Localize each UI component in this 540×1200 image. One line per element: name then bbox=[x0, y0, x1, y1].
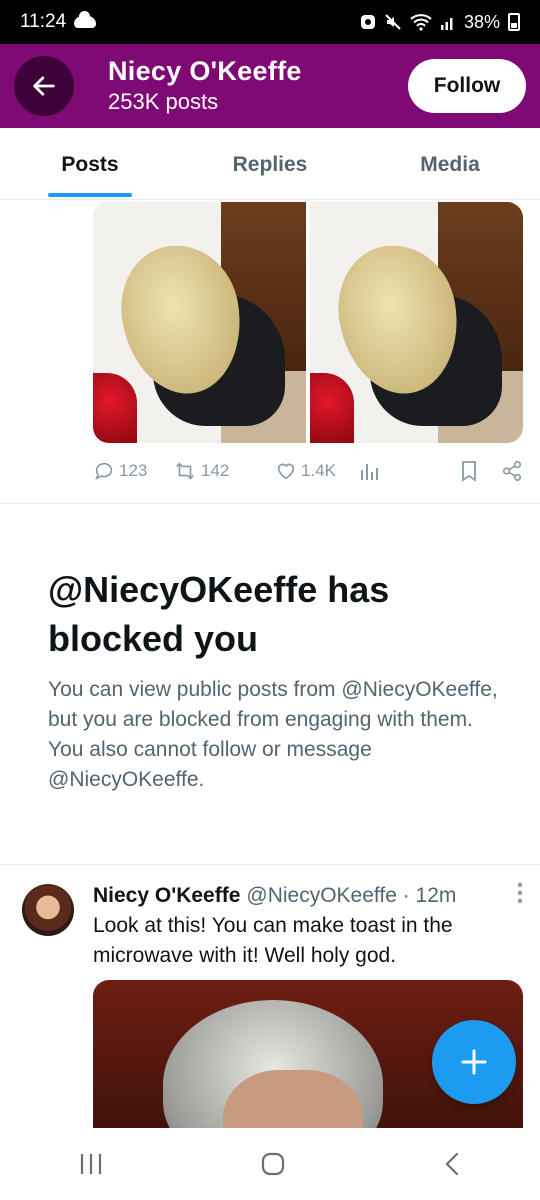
post-media-grid bbox=[93, 202, 523, 443]
status-icons: 38% bbox=[360, 12, 520, 33]
post-photo-2[interactable] bbox=[310, 202, 523, 443]
profile-name: Niecy O'Keeffe bbox=[108, 56, 302, 86]
home-icon[interactable] bbox=[260, 1151, 286, 1177]
photo-red-object bbox=[310, 373, 354, 443]
compose-button[interactable] bbox=[432, 1020, 516, 1104]
blocked-notice: @NiecyOKeeffe has blocked you You can vi… bbox=[48, 565, 498, 795]
blocked-message: You can view public posts from @NiecyOKe… bbox=[48, 678, 498, 791]
status-bar: 11:24 38% bbox=[0, 0, 540, 44]
active-tab-indicator bbox=[48, 193, 132, 197]
reply-count: 123 bbox=[119, 461, 148, 480]
tab-media-label: Media bbox=[420, 153, 480, 176]
tab-posts[interactable]: Posts bbox=[0, 128, 180, 199]
views-icon bbox=[361, 464, 378, 480]
profile-header: Niecy O'Keeffe 253K posts Follow bbox=[0, 44, 540, 128]
heart-icon bbox=[277, 463, 295, 480]
post-header: Niecy O'Keeffe @NiecyOKeeffe · 12m bbox=[93, 882, 523, 910]
status-time-group: 11:24 bbox=[20, 11, 97, 33]
bookmark-icon[interactable] bbox=[459, 460, 479, 482]
system-back-icon[interactable] bbox=[442, 1151, 462, 1177]
post-text: Look at this! You can make toast in the … bbox=[93, 914, 453, 967]
tab-replies-label: Replies bbox=[232, 153, 308, 176]
divider bbox=[0, 864, 540, 865]
reply-button[interactable]: 123 bbox=[93, 460, 153, 482]
post-count: 253K posts bbox=[108, 89, 219, 114]
repost-button[interactable]: 142 bbox=[173, 460, 253, 482]
post-photo-1[interactable] bbox=[93, 202, 306, 443]
system-nav-bar bbox=[0, 1128, 540, 1200]
post-author-name[interactable]: Niecy O'Keeffe bbox=[93, 884, 240, 908]
photo-red-object bbox=[93, 373, 137, 443]
recent-apps-icon[interactable] bbox=[78, 1152, 104, 1176]
post-action-bar: 123 142 1.4K bbox=[93, 456, 523, 486]
post-secondary-actions bbox=[459, 460, 523, 482]
signal-icon bbox=[440, 18, 453, 30]
like-count: 1.4K bbox=[301, 461, 336, 480]
tab-media[interactable]: Media bbox=[360, 128, 540, 199]
status-time: 11:24 bbox=[20, 11, 67, 32]
post-author-meta: @NiecyOKeeffe · 12m bbox=[246, 884, 457, 907]
cloud-icon bbox=[74, 11, 97, 28]
profile-tabs: Posts Replies Media bbox=[0, 128, 540, 200]
like-button[interactable]: 1.4K bbox=[275, 460, 355, 482]
tab-replies[interactable]: Replies bbox=[180, 128, 360, 199]
views-button[interactable] bbox=[359, 460, 379, 482]
repost-count: 142 bbox=[201, 461, 230, 480]
plus-icon bbox=[461, 1049, 487, 1075]
share-icon[interactable] bbox=[501, 460, 523, 482]
tab-posts-label: Posts bbox=[61, 153, 119, 176]
avatar[interactable] bbox=[22, 884, 74, 936]
follow-button[interactable]: Follow bbox=[408, 59, 526, 113]
back-button[interactable] bbox=[14, 56, 74, 116]
blocked-title: @NiecyOKeeffe has blocked you bbox=[48, 569, 390, 659]
header-text: Niecy O'Keeffe 253K posts bbox=[108, 55, 302, 117]
more-options-icon[interactable] bbox=[517, 882, 523, 910]
divider bbox=[0, 503, 540, 504]
battery-percent: 38% bbox=[463, 11, 500, 32]
arrow-left-icon bbox=[33, 76, 55, 96]
notification-icon bbox=[360, 15, 375, 29]
mute-icon bbox=[385, 14, 401, 30]
battery-icon bbox=[508, 13, 520, 31]
reply-icon bbox=[95, 462, 113, 480]
wifi-icon bbox=[410, 14, 432, 31]
repost-icon bbox=[176, 462, 194, 480]
